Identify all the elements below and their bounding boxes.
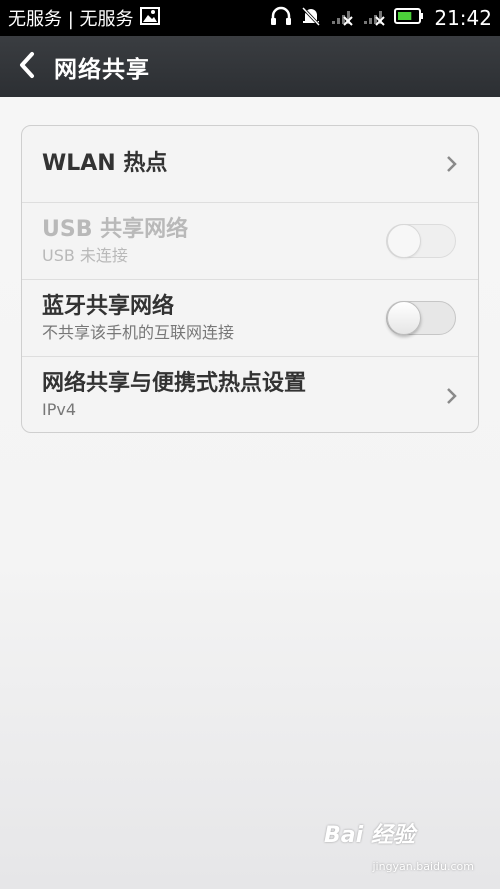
setting-wlan-hotspot[interactable]: WLAN 热点	[22, 126, 478, 203]
setting-subtitle: IPv4	[42, 400, 77, 419]
watermark-url: jingyan.baidu.com	[372, 860, 474, 873]
status-bar-left: 无服务 | 无服务	[8, 5, 160, 31]
signal-none-icon	[362, 6, 386, 31]
toggle-knob	[387, 224, 421, 258]
setting-title: WLAN 热点	[42, 151, 168, 176]
setting-hotspot-advanced[interactable]: 网络共享与便携式热点设置 IPv4	[22, 357, 478, 432]
setting-usb-tethering: USB 共享网络 USB 未连接	[22, 203, 478, 280]
headphones-icon	[270, 6, 292, 31]
page-title: 网络共享	[54, 56, 150, 83]
title-bar: 网络共享	[0, 36, 500, 97]
tethering-settings-list: WLAN 热点 USB 共享网络 USB 未连接 蓝牙共享网络 不共享该手机的互…	[21, 125, 479, 433]
back-arrow-icon	[18, 51, 36, 83]
back-button[interactable]	[0, 36, 54, 97]
usb-tethering-toggle	[386, 224, 456, 258]
setting-title: 网络共享与便携式热点设置	[42, 371, 307, 396]
watermark-logo: Bai 经验	[324, 823, 415, 848]
chevron-right-icon	[444, 154, 460, 174]
image-notification-icon	[139, 6, 160, 30]
vibrate-mute-icon	[300, 6, 322, 31]
status-bar: 无服务 | 无服务 21:42	[0, 0, 500, 36]
carrier-label: 无服务 | 无服务	[8, 9, 134, 30]
clock: 21:42	[434, 6, 492, 30]
toggle-knob	[387, 301, 421, 335]
bluetooth-tethering-toggle[interactable]	[386, 301, 456, 335]
baidu-jingyan-watermark: Bai 经验 jingyan.baidu.com	[324, 817, 474, 873]
signal-none-icon	[330, 6, 354, 31]
battery-icon	[394, 7, 424, 30]
status-bar-right: 21:42	[270, 6, 492, 31]
chevron-right-icon	[444, 386, 460, 406]
setting-bluetooth-tethering[interactable]: 蓝牙共享网络 不共享该手机的互联网连接	[22, 280, 478, 357]
